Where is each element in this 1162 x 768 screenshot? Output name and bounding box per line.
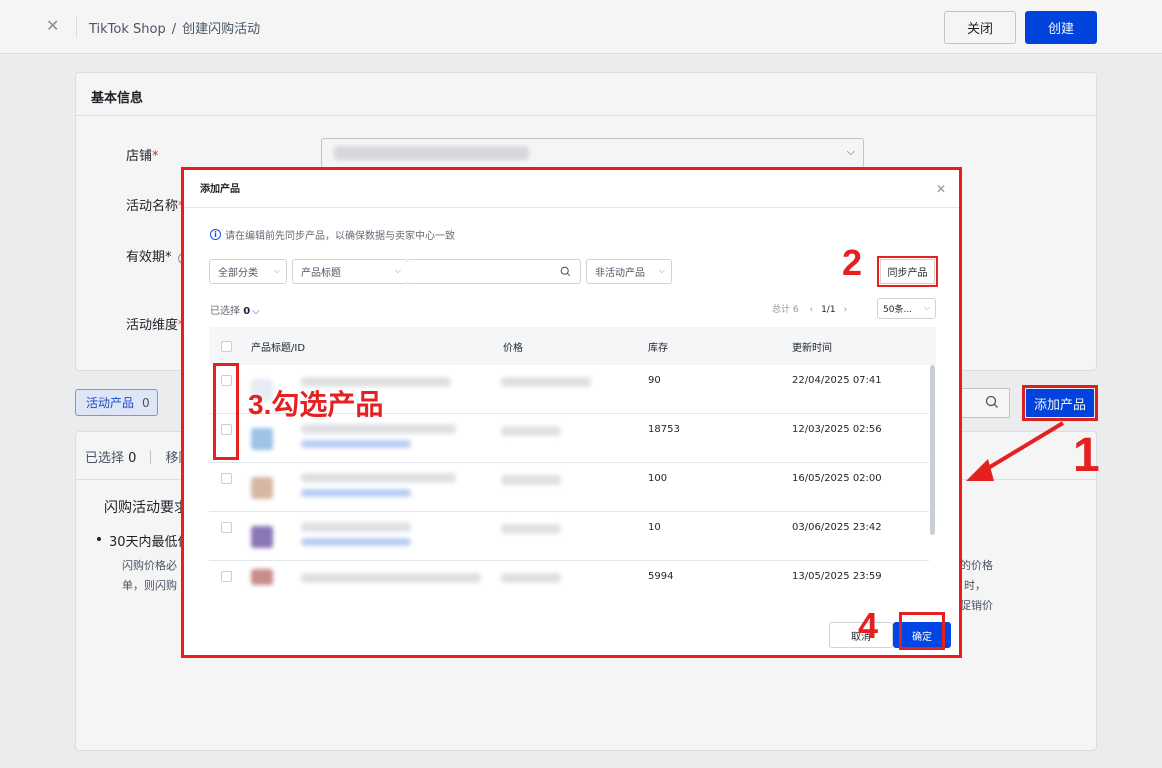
- row-checkbox[interactable]: [221, 473, 232, 484]
- column-header: 更新时间: [792, 343, 832, 354]
- search-icon[interactable]: [560, 266, 571, 277]
- stock-value: 100: [648, 473, 668, 484]
- updated-time: 22/04/2025 07:41: [792, 375, 882, 386]
- updated-time: 16/05/2025 02:00: [792, 473, 882, 484]
- product-search-input[interactable]: [407, 259, 581, 284]
- chevron-down-icon: ⌵: [923, 303, 930, 312]
- column-header: 库存: [648, 343, 668, 354]
- step-3-label: 3.勾选产品: [248, 389, 384, 420]
- row-checkbox[interactable]: [221, 522, 232, 533]
- selected-summary[interactable]: 已选择 0 ⌵: [210, 302, 260, 317]
- category-select[interactable]: 全部分类 ⌵: [209, 259, 287, 284]
- redacted-title: [301, 573, 481, 583]
- redacted-id: [301, 440, 411, 448]
- table-scrollbar[interactable]: [930, 365, 935, 535]
- pagination: 总计 6 ‹ 1/1 ›: [772, 302, 847, 315]
- chevron-down-icon: ⌵: [658, 266, 665, 275]
- table-row[interactable]: 100 16/05/2025 02:00: [209, 463, 929, 512]
- redacted-id: [301, 489, 411, 497]
- stock-value: 10: [648, 522, 661, 533]
- column-header: 产品标题/ID: [251, 343, 306, 354]
- table-header: 产品标题/ID 价格 库存 更新时间: [209, 327, 936, 365]
- redacted-price: [501, 524, 561, 534]
- sync-notice: i 请在编辑前先同步产品，以确保数据与卖家中心一致: [210, 227, 455, 242]
- info-icon: i: [210, 229, 221, 240]
- chevron-down-icon: ⌵: [273, 266, 280, 275]
- stock-value: 90: [648, 375, 661, 386]
- total-count: 总计 6: [772, 305, 799, 315]
- product-thumbnail: [251, 477, 273, 499]
- chevron-down-icon: ⌵: [252, 306, 260, 317]
- table-row[interactable]: 5994 13/05/2025 23:59: [209, 561, 929, 589]
- next-page-icon[interactable]: ›: [844, 305, 848, 315]
- redacted-price: [501, 426, 561, 436]
- divider: [184, 207, 959, 208]
- confirm-highlight-box: [899, 612, 945, 650]
- dialog-title: 添加产品: [200, 184, 240, 195]
- product-thumbnail: [251, 428, 273, 450]
- close-icon[interactable]: ✕: [936, 182, 946, 196]
- redacted-title: [301, 522, 411, 532]
- select-all-checkbox[interactable]: [221, 341, 232, 352]
- redacted-price: [501, 573, 561, 583]
- search-field-select[interactable]: 产品标题 ⌵: [292, 259, 408, 284]
- redacted-title: [301, 424, 456, 434]
- page-indicator: 1/1: [821, 305, 836, 315]
- prev-page-icon[interactable]: ‹: [809, 305, 813, 315]
- redacted-title: [301, 473, 456, 483]
- redacted-id: [301, 538, 411, 546]
- updated-time: 13/05/2025 23:59: [792, 571, 882, 582]
- checkbox-highlight-box: [213, 363, 239, 460]
- page-size-select[interactable]: 50条... ⌵: [877, 298, 936, 319]
- product-thumbnail: [251, 526, 273, 548]
- redacted-price: [501, 475, 561, 485]
- chevron-down-icon: ⌵: [394, 266, 401, 275]
- column-header: 价格: [503, 343, 523, 354]
- row-checkbox[interactable]: [221, 571, 232, 582]
- table-row[interactable]: 10 03/06/2025 23:42: [209, 512, 929, 561]
- updated-time: 03/06/2025 23:42: [792, 522, 882, 533]
- stock-value: 5994: [648, 571, 674, 582]
- status-select[interactable]: 非活动产品 ⌵: [586, 259, 672, 284]
- sync-products-button[interactable]: 同步产品: [877, 256, 938, 287]
- step-4-label: 4: [858, 605, 879, 646]
- step-1-label: 1: [1073, 429, 1100, 482]
- stock-value: 18753: [648, 424, 680, 435]
- product-thumbnail: [251, 569, 273, 585]
- annotation-arrow-icon: [966, 421, 1065, 481]
- step-2-label: 2: [842, 242, 863, 283]
- updated-time: 12/03/2025 02:56: [792, 424, 882, 435]
- redacted-price: [501, 377, 591, 387]
